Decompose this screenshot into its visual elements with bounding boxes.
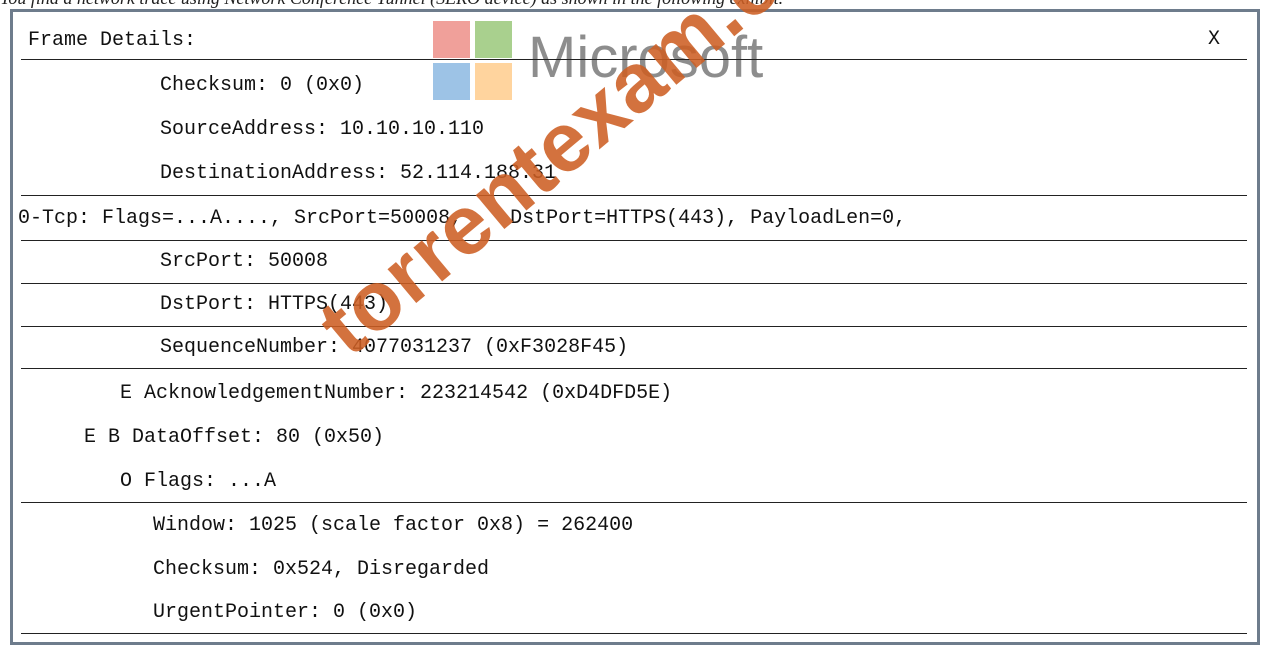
- logo-wordmark: Microsoft: [528, 25, 764, 90]
- separator: [21, 240, 1247, 241]
- logo-square-blue: [433, 63, 470, 100]
- frame-details-panel: Frame Details: X Microsoft Checksum: 0 (…: [10, 9, 1260, 645]
- close-button[interactable]: X: [1208, 28, 1220, 51]
- detail-row-ack-number[interactable]: E AcknowledgementNumber: 223214542 (0xD4…: [120, 382, 672, 405]
- detail-row-dst-port[interactable]: DstPort: HTTPS(443): [160, 293, 388, 316]
- detail-row-checksum[interactable]: Checksum: 0 (0x0): [160, 74, 364, 97]
- logo-square-green: [475, 21, 512, 58]
- detail-row-flags[interactable]: O Flags: ...A: [120, 470, 276, 493]
- separator: [21, 633, 1247, 634]
- detail-row-source-address[interactable]: SourceAddress: 10.10.10.110: [160, 118, 484, 141]
- detail-row-src-port[interactable]: SrcPort: 50008: [160, 250, 328, 273]
- separator: [21, 59, 1247, 60]
- separator: [21, 326, 1247, 327]
- logo-square-yellow: [475, 63, 512, 100]
- separator: [21, 195, 1247, 196]
- detail-row-destination-address[interactable]: DestinationAddress: 52.114.188.31: [160, 162, 556, 185]
- detail-row-window[interactable]: Window: 1025 (scale factor 0x8) = 262400: [153, 514, 633, 537]
- microsoft-logo: Microsoft: [433, 21, 813, 109]
- detail-row-tcp-summary[interactable]: 0-Tcp: Flags=...A...., SrcPort=50008, Ds…: [18, 207, 906, 230]
- detail-row-urgent-pointer[interactable]: UrgentPointer: 0 (0x0): [153, 601, 417, 624]
- logo-square-red: [433, 21, 470, 58]
- detail-row-checksum-disregarded[interactable]: Checksum: 0x524, Disregarded: [153, 558, 489, 581]
- separator: [21, 368, 1247, 369]
- separator: [21, 283, 1247, 284]
- separator: [21, 502, 1247, 503]
- exhibit-caption: You find a network trace using Network C…: [0, 0, 1276, 8]
- detail-row-data-offset[interactable]: E B DataOffset: 80 (0x50): [84, 426, 384, 449]
- detail-row-sequence-number[interactable]: SequenceNumber: 4077031237 (0xF3028F45): [160, 336, 628, 359]
- panel-title: Frame Details:: [28, 29, 197, 52]
